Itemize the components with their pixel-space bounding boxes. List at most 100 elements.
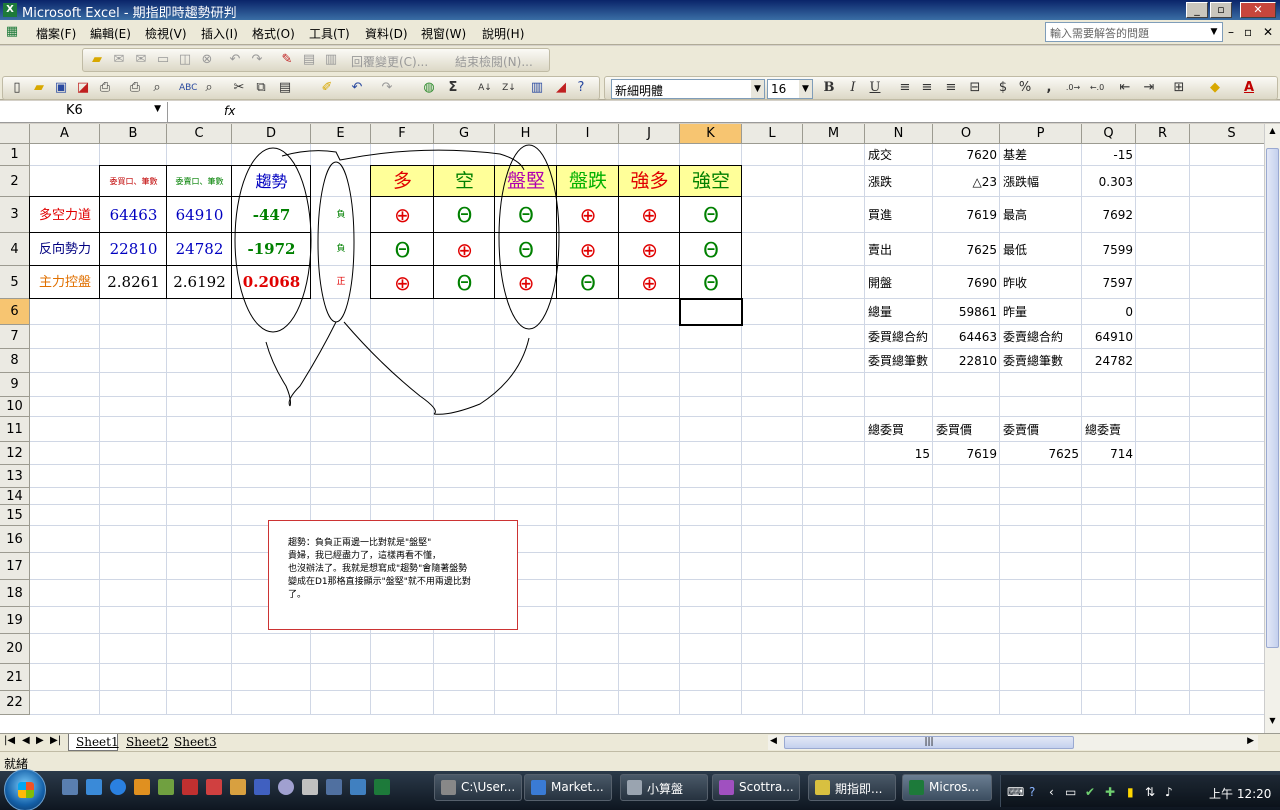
grid-cell[interactable] <box>557 634 619 664</box>
cell-e4[interactable]: 負 <box>311 233 371 266</box>
signal-down-icon[interactable]: Θ <box>680 266 742 299</box>
grid-cell[interactable] <box>1136 299 1190 325</box>
column-header-s[interactable]: S <box>1190 124 1264 144</box>
cell-c5[interactable]: 2.6192 <box>167 266 232 299</box>
attach-icon[interactable]: ▭ <box>155 52 171 68</box>
grid-cell[interactable] <box>371 144 434 166</box>
grid-cell[interactable] <box>865 397 933 417</box>
grid-cell[interactable] <box>933 526 1000 553</box>
grid-cell[interactable] <box>933 691 1000 715</box>
cell-d4[interactable]: -1972 <box>232 233 311 266</box>
grid-cell[interactable] <box>167 397 232 417</box>
grid-cell[interactable] <box>1136 325 1190 349</box>
grid-cell[interactable] <box>619 691 680 715</box>
decrease-decimal-icon[interactable]: ←.0 <box>1089 80 1105 96</box>
row-header-3[interactable]: 3 <box>0 197 30 233</box>
signal-up-icon[interactable]: ⊕ <box>557 197 619 233</box>
grid-cell[interactable] <box>30 553 100 580</box>
grid-cell[interactable] <box>1190 553 1264 580</box>
grid-cell[interactable] <box>619 505 680 526</box>
name-box[interactable]: K6 ▼ <box>2 102 168 122</box>
grid-cell[interactable] <box>30 691 100 715</box>
cell-b4[interactable]: 22810 <box>100 233 167 266</box>
grid-cell[interactable] <box>557 505 619 526</box>
spelling-icon[interactable]: ABC <box>179 80 197 96</box>
grid-cell[interactable] <box>434 349 495 373</box>
grid-cell[interactable] <box>311 442 371 465</box>
grid-cell[interactable] <box>680 691 742 715</box>
grid-cell[interactable] <box>30 442 100 465</box>
grid-cell[interactable] <box>495 299 557 325</box>
tray-clock[interactable]: 上午 12:20 <box>1209 785 1271 802</box>
signal-down-icon[interactable]: Θ <box>434 266 495 299</box>
start-button[interactable] <box>4 769 46 810</box>
grid-cell[interactable] <box>434 691 495 715</box>
minimize-button[interactable]: _ <box>1186 2 1208 18</box>
row-header-5[interactable]: 5 <box>0 266 30 299</box>
row-header-4[interactable]: 4 <box>0 233 30 266</box>
menu-view[interactable]: 檢視(V) <box>145 25 187 42</box>
grid-cell[interactable] <box>30 664 100 691</box>
grid-cell[interactable] <box>865 526 933 553</box>
grid-cell[interactable] <box>619 299 680 325</box>
horizontal-scrollbar[interactable]: ◀ ||| ▶ <box>768 735 1258 750</box>
underline-button[interactable]: U <box>867 80 883 96</box>
percent-button[interactable]: % <box>1017 80 1033 96</box>
cell-n7[interactable]: 委買總合約 <box>865 325 933 349</box>
row-header-11[interactable]: 11 <box>0 417 30 442</box>
grid-cell[interactable] <box>742 299 803 325</box>
name-box-dropdown-icon[interactable]: ▼ <box>154 104 161 114</box>
grid-cell[interactable] <box>933 664 1000 691</box>
task-button-3[interactable]: 小算盤 <box>620 774 708 801</box>
help-icon[interactable]: ? <box>573 80 589 96</box>
grid-cell[interactable] <box>619 465 680 488</box>
align-left-icon[interactable]: ≡ <box>897 80 913 96</box>
last-sheet-icon[interactable]: ▶| <box>50 735 61 746</box>
grid-cell[interactable] <box>311 691 371 715</box>
grid-cell[interactable] <box>311 634 371 664</box>
task-button-4[interactable]: Scottra... <box>712 774 800 801</box>
grid-cell[interactable] <box>1190 197 1264 233</box>
grid-cell[interactable] <box>742 325 803 349</box>
grid-cell[interactable] <box>371 299 434 325</box>
column-header-b[interactable]: B <box>100 124 167 144</box>
quicklaunch-ie-icon[interactable] <box>110 779 126 795</box>
grid-cell[interactable] <box>557 299 619 325</box>
signal-up-icon[interactable]: ⊕ <box>495 266 557 299</box>
tray-keyboard-icon[interactable]: ⌨ <box>1007 785 1024 799</box>
scroll-up-icon[interactable]: ▲ <box>1266 126 1279 138</box>
cell-n12[interactable]: 15 <box>865 442 933 465</box>
row-header-14[interactable]: 14 <box>0 488 30 505</box>
cell-q5[interactable]: 7597 <box>1082 266 1136 299</box>
grid-cell[interactable] <box>933 634 1000 664</box>
grid-cell[interactable] <box>1082 580 1136 607</box>
grid-cell[interactable] <box>100 691 167 715</box>
cell-p1[interactable]: 基差 <box>1000 144 1082 166</box>
cell-a4[interactable]: 反向勢力 <box>30 233 100 266</box>
quicklaunch-tool-icon[interactable] <box>158 779 174 795</box>
column-header-a[interactable]: A <box>30 124 100 144</box>
grid-cell[interactable] <box>865 505 933 526</box>
cell-o8[interactable]: 22810 <box>933 349 1000 373</box>
grid-cell[interactable] <box>495 349 557 373</box>
menu-insert[interactable]: 插入(I) <box>201 25 238 42</box>
grid-cell[interactable] <box>742 373 803 397</box>
column-header-d[interactable]: D <box>232 124 311 144</box>
grid-cell[interactable] <box>232 299 311 325</box>
grid-cell[interactable] <box>232 417 311 442</box>
help-dropdown-icon[interactable]: ▼ <box>1207 24 1221 40</box>
excel-app-icon[interactable]: X <box>3 3 17 17</box>
grid-cell[interactable] <box>680 607 742 634</box>
sort-ascending-icon[interactable]: A↓ <box>477 80 493 96</box>
cell-c3[interactable]: 64910 <box>167 197 232 233</box>
grid-cell[interactable] <box>495 465 557 488</box>
column-header-h[interactable]: H <box>495 124 557 144</box>
grid-cell[interactable] <box>30 417 100 442</box>
grid-cell[interactable] <box>371 465 434 488</box>
grid-cell[interactable] <box>803 197 865 233</box>
grid-cell[interactable] <box>803 580 865 607</box>
grid-cell[interactable] <box>865 691 933 715</box>
reply-changes-button[interactable]: 回覆變更(C)... <box>351 53 428 70</box>
grid-cell[interactable] <box>371 373 434 397</box>
grid-cell[interactable] <box>1000 607 1082 634</box>
